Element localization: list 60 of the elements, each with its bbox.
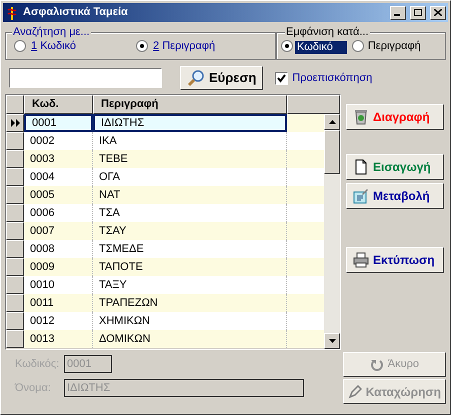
trash-bin-icon xyxy=(353,109,369,125)
new-page-icon xyxy=(353,159,369,175)
row-indicator[interactable] xyxy=(6,186,24,204)
checkmark-icon xyxy=(277,74,286,82)
row-indicator[interactable] xyxy=(6,276,24,294)
scrollbar[interactable] xyxy=(324,114,340,349)
header-cell xyxy=(287,95,340,114)
window-title: Ασφαλιστικά Ταμεία xyxy=(23,5,129,20)
printer-icon xyxy=(353,252,369,268)
row-indicator[interactable] xyxy=(6,330,24,348)
down-arrow-icon xyxy=(328,339,336,343)
magnifier-icon xyxy=(187,69,205,87)
close-icon xyxy=(434,9,442,16)
action-button[interactable]: Εισαγωγή xyxy=(346,154,444,180)
scroll-up-button[interactable] xyxy=(324,114,340,130)
radio-label[interactable]: Κωδικό xyxy=(295,41,347,54)
caduceus-icon xyxy=(5,6,19,20)
pen-icon xyxy=(348,384,362,398)
find-button[interactable]: Εύρεση xyxy=(180,66,264,90)
column-header[interactable]: Περιγραφή xyxy=(93,95,287,114)
row-indicator[interactable] xyxy=(6,204,24,222)
column-header[interactable]: Κωδ. xyxy=(24,95,93,114)
table-cell: ΙΔΙΩΤΗΣ xyxy=(93,114,287,132)
action-button[interactable]: Εκτύπωση xyxy=(346,247,444,273)
row-indicator[interactable] xyxy=(6,132,24,150)
current-row-icon xyxy=(10,119,20,127)
search-field[interactable] xyxy=(9,68,162,88)
checkbox[interactable] xyxy=(275,72,288,84)
form-edit-icon xyxy=(353,188,369,204)
checkbox-label[interactable]: Προεπισκόπηση xyxy=(292,70,372,86)
scroll-thumb[interactable] xyxy=(324,130,340,174)
header-cell xyxy=(6,95,24,114)
group-title: Αναζήτηση με... xyxy=(12,26,91,38)
row-indicator[interactable] xyxy=(6,240,24,258)
row-indicator[interactable] xyxy=(6,312,24,330)
radio-button[interactable] xyxy=(14,40,26,52)
up-arrow-icon xyxy=(328,120,336,124)
scroll-down-button[interactable] xyxy=(324,333,340,349)
undo-arrow-icon xyxy=(370,358,384,372)
radio-label[interactable]: 2 Περιγραφή xyxy=(153,38,216,54)
maximize-icon xyxy=(414,9,422,16)
minimize-button[interactable] xyxy=(390,6,406,20)
radio-button[interactable] xyxy=(136,40,148,52)
row-indicator[interactable] xyxy=(6,168,24,186)
row-indicator[interactable] xyxy=(6,222,24,240)
table-cell: 0013 xyxy=(24,330,93,348)
row-indicator[interactable] xyxy=(6,114,24,132)
maximize-button[interactable] xyxy=(410,6,426,20)
group-title: Εμφάνιση κατά... xyxy=(285,26,370,38)
row-indicator[interactable] xyxy=(6,258,24,276)
row-indicator[interactable] xyxy=(6,294,24,312)
table-cell: 0001 xyxy=(24,114,93,132)
radio-button[interactable] xyxy=(281,40,293,52)
close-button[interactable] xyxy=(430,6,446,20)
table-cell: ΔΟΜΙΚΩΝ xyxy=(93,330,287,348)
radio-label[interactable]: 1 Κωδικό xyxy=(31,38,76,54)
row-indicator[interactable] xyxy=(6,150,24,168)
action-button[interactable]: Μεταβολή xyxy=(346,183,444,209)
radio-label[interactable]: Περιγραφή xyxy=(366,38,423,54)
radio-button[interactable] xyxy=(352,40,364,52)
